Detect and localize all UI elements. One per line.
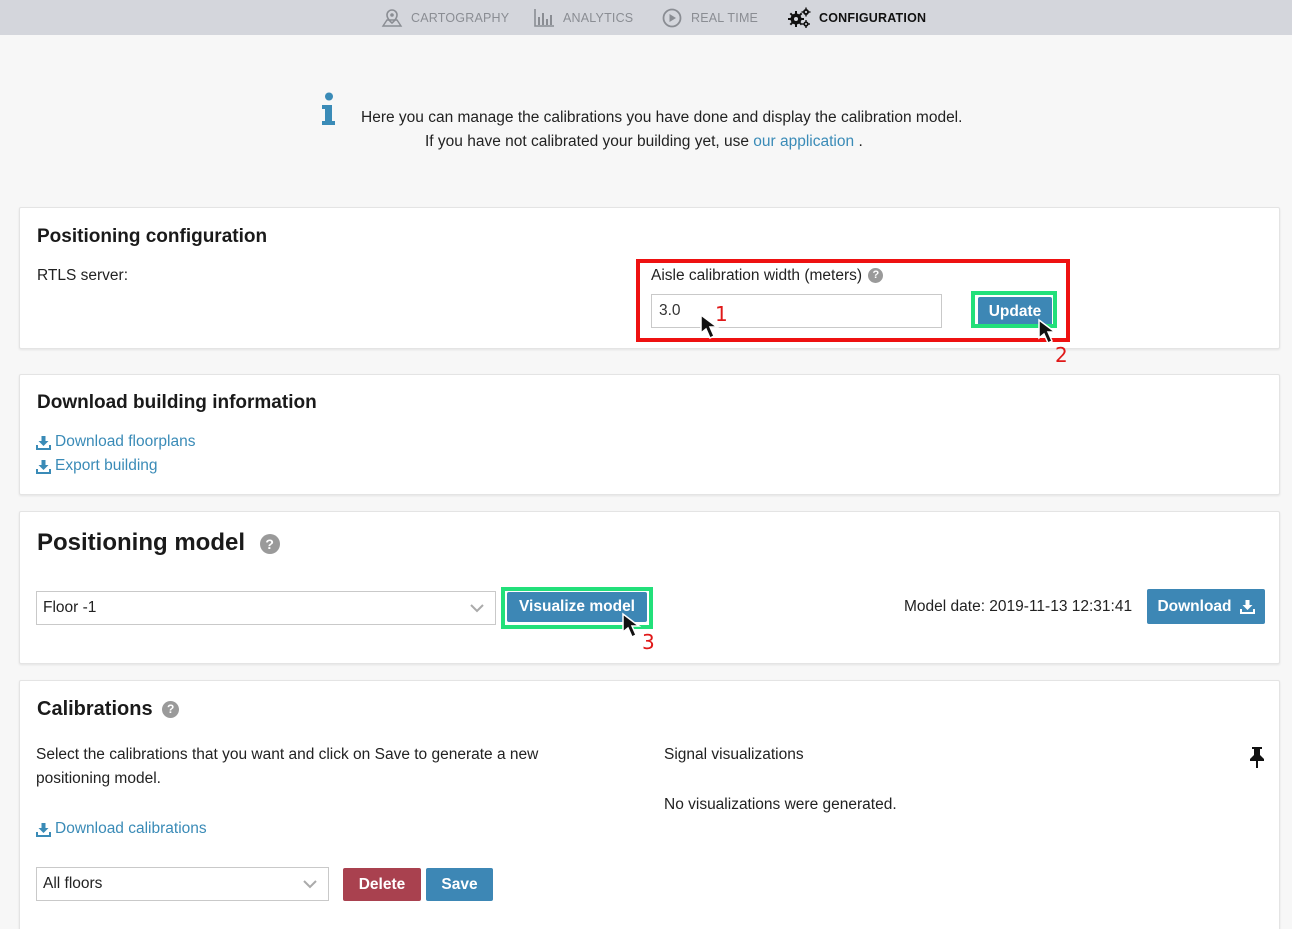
bar-chart-icon bbox=[534, 9, 554, 27]
download-model-button[interactable]: Download bbox=[1147, 589, 1265, 624]
positioning-model-title-text: Positioning model bbox=[37, 529, 245, 556]
download-calibrations-label: Download calibrations bbox=[55, 820, 207, 837]
nav-tab-analytics-label: ANALYTICS bbox=[563, 11, 634, 25]
download-icon bbox=[1239, 600, 1255, 614]
chevron-down-icon bbox=[470, 604, 484, 613]
floors-select-value: All floors bbox=[43, 875, 103, 892]
download-icon bbox=[36, 459, 51, 474]
floors-select[interactable]: All floors bbox=[36, 867, 329, 901]
mouse-cursor-icon bbox=[1038, 318, 1058, 345]
help-icon[interactable]: ? bbox=[259, 533, 280, 554]
info-text-line-2: If you have not calibrated your building… bbox=[425, 133, 863, 151]
nav-tab-configuration[interactable]: CONFIGURATION bbox=[787, 7, 926, 29]
mouse-cursor-icon bbox=[700, 313, 720, 340]
download-floorplans-link[interactable]: Download floorplans bbox=[36, 433, 195, 451]
positioning-model-title: Positioning model ? bbox=[37, 529, 280, 557]
info-text-line-1: Here you can manage the calibrations you… bbox=[361, 109, 963, 126]
calibrations-description-line-2: positioning model. bbox=[36, 770, 161, 787]
delete-button[interactable]: Delete bbox=[343, 868, 421, 901]
model-date: Model date: 2019-11-13 12:31:41 bbox=[904, 598, 1133, 615]
our-application-link[interactable]: our application bbox=[753, 133, 854, 150]
calibrations-title-text: Calibrations bbox=[37, 698, 153, 720]
download-model-label: Download bbox=[1157, 597, 1232, 615]
download-calibrations-link[interactable]: Download calibrations bbox=[36, 820, 207, 838]
export-building-link[interactable]: Export building bbox=[36, 457, 158, 475]
download-icon bbox=[36, 822, 51, 837]
calibrations-title: Calibrations ? bbox=[37, 698, 180, 721]
download-building-title: Download building information bbox=[37, 392, 317, 413]
download-icon bbox=[36, 435, 51, 450]
download-building-panel: Download building information Download f… bbox=[19, 374, 1280, 495]
play-circle-icon bbox=[662, 8, 682, 28]
save-button[interactable]: Save bbox=[426, 868, 493, 901]
info-icon bbox=[322, 92, 335, 125]
export-building-label: Export building bbox=[55, 457, 158, 474]
nav-tab-cartography-label: CARTOGRAPHY bbox=[411, 11, 510, 25]
map-pin-icon bbox=[381, 9, 403, 27]
floor-select-value: Floor -1 bbox=[43, 599, 97, 616]
gears-icon bbox=[788, 7, 811, 28]
nav-tab-realtime-label: REAL TIME bbox=[691, 11, 759, 25]
positioning-configuration-title: Positioning configuration bbox=[37, 226, 268, 247]
nav-tab-analytics[interactable]: ANALYTICS bbox=[533, 8, 633, 28]
rtls-server-label: RTLS server: bbox=[37, 267, 129, 284]
calibrations-panel: Calibrations ? Select the calibrations t… bbox=[19, 680, 1280, 929]
nav-tab-configuration-label: CONFIGURATION bbox=[819, 11, 927, 25]
signal-visualizations-title: Signal visualizations bbox=[664, 746, 804, 763]
help-icon[interactable]: ? bbox=[162, 701, 180, 719]
top-navigation: CARTOGRAPHY ANALYTICS REAL TIME CONFIGUR… bbox=[0, 0, 1292, 35]
pin-icon[interactable] bbox=[1248, 746, 1266, 768]
nav-tab-cartography[interactable]: CARTOGRAPHY bbox=[381, 8, 509, 28]
nav-tab-realtime[interactable]: REAL TIME bbox=[661, 8, 758, 28]
annotation-step-2: 2 bbox=[1055, 343, 1068, 367]
no-visualizations-text: No visualizations were generated. bbox=[664, 796, 897, 813]
mouse-cursor-icon bbox=[622, 612, 642, 639]
chevron-down-icon bbox=[303, 880, 317, 889]
floor-select[interactable]: Floor -1 bbox=[36, 591, 496, 625]
info-text-prefix: If you have not calibrated your building… bbox=[425, 133, 749, 150]
calibrations-description-line-1: Select the calibrations that you want an… bbox=[36, 746, 539, 763]
download-floorplans-label: Download floorplans bbox=[55, 433, 196, 450]
info-text-suffix: . bbox=[858, 133, 863, 150]
